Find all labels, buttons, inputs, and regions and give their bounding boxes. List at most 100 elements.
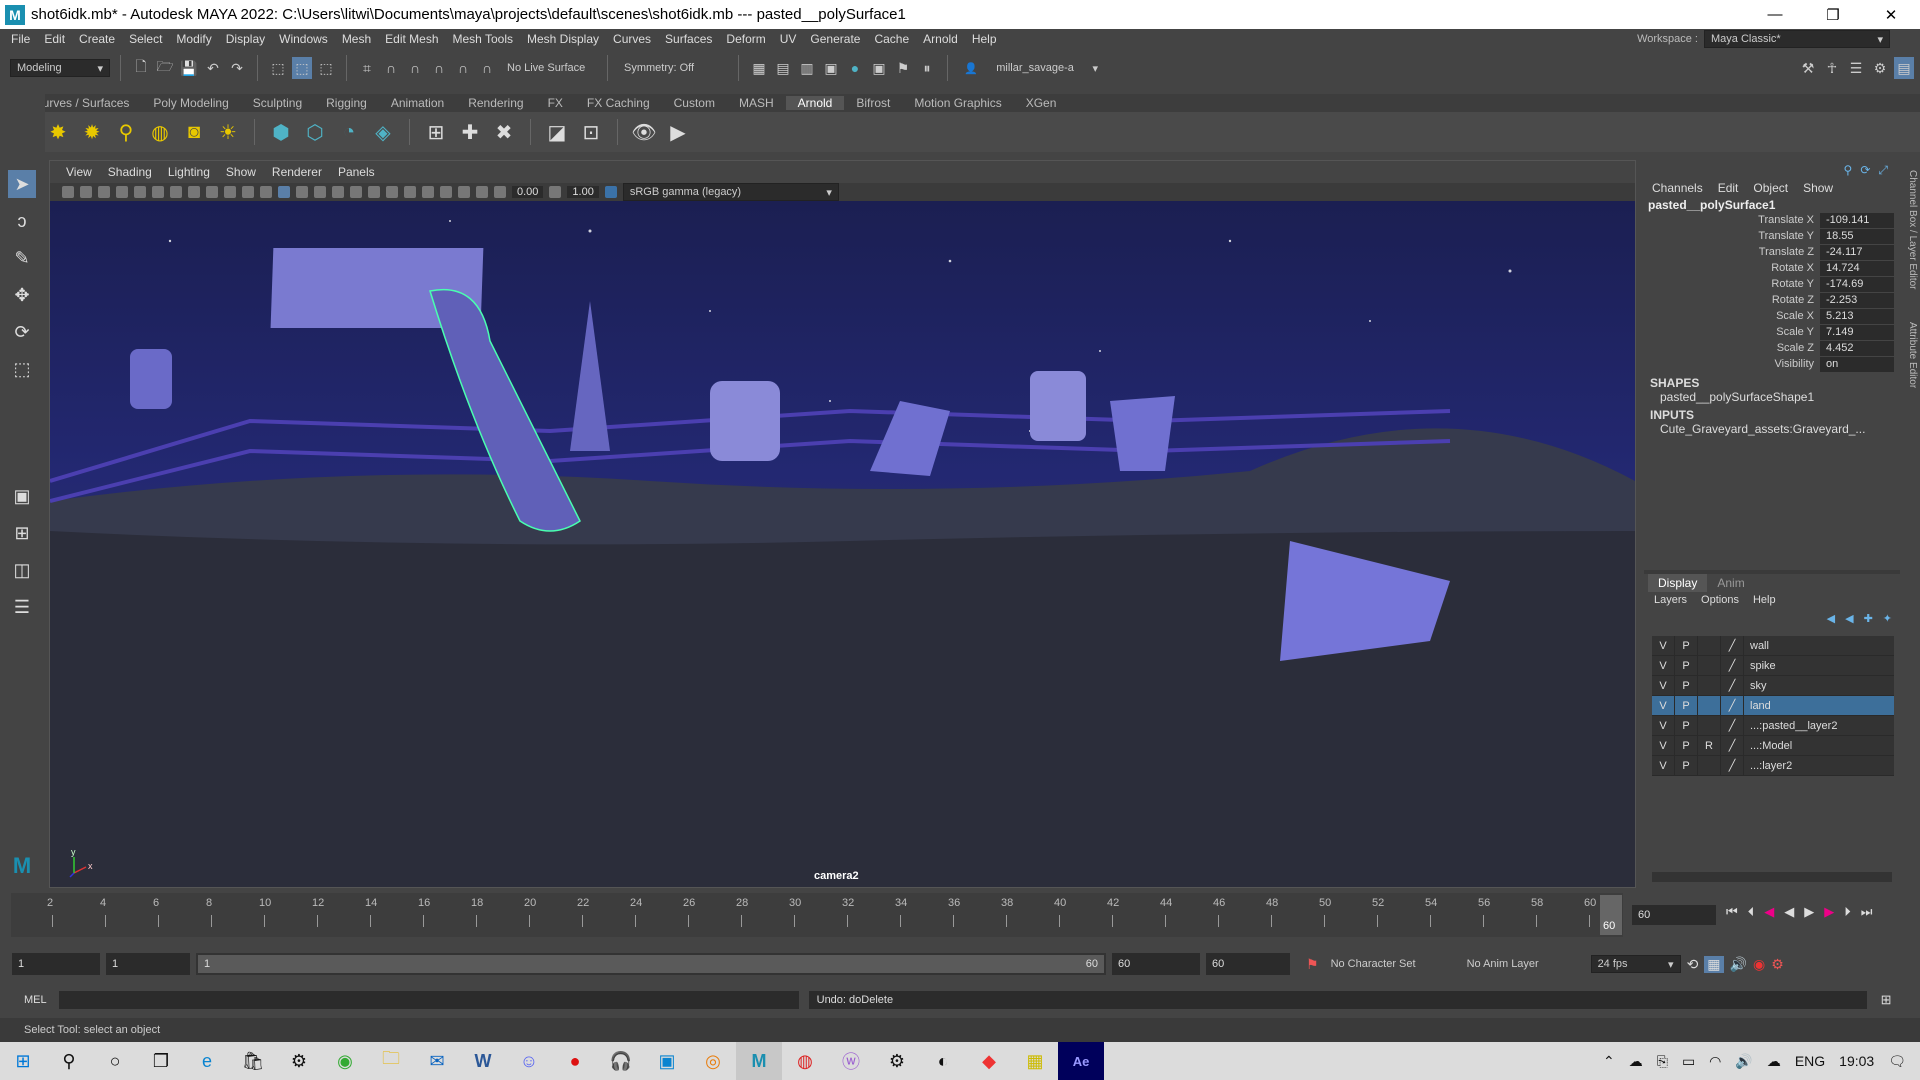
light-portal-icon[interactable]: ◙: [180, 118, 208, 146]
attr-value[interactable]: 5.213: [1820, 308, 1894, 324]
playback-toggle[interactable]: P: [1675, 716, 1698, 735]
shelf-tab-xgen[interactable]: XGen: [1014, 96, 1069, 110]
menu-surfaces[interactable]: Surfaces: [658, 32, 719, 46]
visibility-toggle[interactable]: V: [1652, 636, 1675, 655]
chrome-icon[interactable]: ◉: [322, 1042, 368, 1080]
substance-icon[interactable]: ◍: [782, 1042, 828, 1080]
layer-menu-options[interactable]: Options: [1701, 594, 1739, 606]
pause-icon[interactable]: ⏸: [917, 57, 937, 79]
tab-anim[interactable]: Anim: [1707, 574, 1754, 592]
save-scene-icon[interactable]: 💾: [179, 57, 199, 79]
step-back-frame-icon[interactable]: ◀: [1764, 904, 1774, 920]
playback-toggle[interactable]: P: [1675, 656, 1698, 675]
playback-toggle[interactable]: P: [1675, 736, 1698, 755]
remove-texture-icon[interactable]: ✖: [490, 118, 518, 146]
anti-aliasing-icon[interactable]: [404, 186, 416, 198]
onedrive-icon[interactable]: ☁: [1629, 1053, 1643, 1070]
layer-color-swatch[interactable]: ╱: [1721, 736, 1744, 755]
channel-box-icon[interactable]: ▤: [1894, 57, 1914, 79]
safe-action-icon[interactable]: [224, 186, 236, 198]
select-tool-icon[interactable]: ➤: [8, 170, 36, 198]
layer-color-swatch[interactable]: ╱: [1721, 636, 1744, 655]
menu-cache[interactable]: Cache: [867, 32, 916, 46]
attr-value[interactable]: -24.117: [1820, 244, 1894, 260]
display-type-toggle[interactable]: [1698, 756, 1721, 775]
display-type-toggle[interactable]: R: [1698, 736, 1721, 755]
visibility-toggle[interactable]: V: [1652, 736, 1675, 755]
maya-taskbar-icon[interactable]: M: [736, 1042, 782, 1080]
layer-color-swatch[interactable]: ╱: [1721, 656, 1744, 675]
layer-row-sky[interactable]: V P ╱ sky: [1652, 676, 1894, 696]
new-layer-icon[interactable]: ✚: [1864, 612, 1873, 625]
playback-end-field[interactable]: 60: [1112, 953, 1200, 975]
menu-file[interactable]: File: [4, 32, 37, 46]
channel-box-menu-edit[interactable]: Edit: [1718, 181, 1739, 195]
move-layer-down-icon[interactable]: ◀: [1845, 612, 1853, 625]
go-to-start-icon[interactable]: ⏮: [1726, 904, 1738, 920]
character-controls-icon[interactable]: ☥: [1822, 57, 1842, 79]
animation-start-field[interactable]: 1: [12, 953, 100, 975]
snap-grid-icon[interactable]: ⌗: [357, 57, 377, 79]
file-explorer-icon[interactable]: 🗀: [368, 1042, 414, 1080]
menu-curves[interactable]: Curves: [606, 32, 658, 46]
color-management-icon[interactable]: [604, 186, 617, 198]
go-to-end-icon[interactable]: ⏭: [1861, 904, 1873, 920]
menu-uv[interactable]: UV: [773, 32, 804, 46]
ipr-render-icon[interactable]: ▥: [797, 57, 817, 79]
field-chart-icon[interactable]: [206, 186, 218, 198]
viewport-menu-shading[interactable]: Shading: [100, 165, 160, 179]
channel-box-pin-icon[interactable]: ⚲: [1844, 163, 1853, 178]
playback-toggle[interactable]: P: [1675, 676, 1698, 695]
move-tool-icon[interactable]: ✥: [8, 281, 36, 309]
menu-mesh-tools[interactable]: Mesh Tools: [446, 32, 520, 46]
chat-icon[interactable]: ◐: [920, 1042, 966, 1080]
battery-icon[interactable]: ▭: [1682, 1053, 1695, 1070]
wireframe-on-shaded-icon[interactable]: [296, 186, 308, 198]
menu-mesh-display[interactable]: Mesh Display: [520, 32, 606, 46]
menu-mesh[interactable]: Mesh: [335, 32, 378, 46]
viewport-menu-view[interactable]: View: [58, 165, 100, 179]
render-view-eye-icon[interactable]: 👁: [630, 118, 658, 146]
layer-row-spike[interactable]: V P ╱ spike: [1652, 656, 1894, 676]
xray-components-icon[interactable]: [476, 186, 488, 198]
select-component-icon[interactable]: ⬚: [316, 57, 336, 79]
skydome-light-icon[interactable]: ◍: [146, 118, 174, 146]
search-icon[interactable]: ⚲: [46, 1042, 92, 1080]
lasso-tool-icon[interactable]: ↄ: [8, 207, 36, 235]
volume-icon[interactable]: 🔊: [1735, 1053, 1752, 1070]
open-scene-icon[interactable]: 🗁: [155, 57, 175, 79]
snap-live-icon[interactable]: ∩: [477, 57, 497, 79]
w-app-icon[interactable]: ⓦ: [828, 1042, 874, 1080]
display-type-toggle[interactable]: [1698, 716, 1721, 735]
menu-edit[interactable]: Edit: [37, 32, 72, 46]
layer-menu-help[interactable]: Help: [1753, 594, 1776, 606]
curve-collector-icon[interactable]: ◔: [335, 118, 363, 146]
attr-value[interactable]: -109.141: [1820, 212, 1894, 228]
render-play-icon[interactable]: ▶: [664, 118, 692, 146]
select-hierarchy-icon[interactable]: ⬚: [268, 57, 288, 79]
loop-icon[interactable]: ⟲: [1687, 956, 1699, 973]
cache-playback-icon[interactable]: ▦: [1704, 955, 1724, 973]
keyframe-record-icon[interactable]: ◉: [1753, 956, 1765, 973]
viewport-menu-show[interactable]: Show: [218, 165, 264, 179]
snap-view-icon[interactable]: ∩: [429, 57, 449, 79]
settings-icon[interactable]: ⚙: [276, 1042, 322, 1080]
camera-attributes-icon[interactable]: [80, 186, 92, 198]
resolution-gate-icon[interactable]: [170, 186, 182, 198]
user-account-dropdown[interactable]: 👤 millar_savage-a ▾: [958, 59, 1104, 77]
restore-button[interactable]: ❐: [1804, 0, 1862, 29]
photometric-light-icon[interactable]: ⚲: [112, 118, 140, 146]
edge-icon[interactable]: e: [184, 1042, 230, 1080]
channel-box-expand-icon[interactable]: ⤢: [1878, 163, 1888, 178]
gamma-field[interactable]: 1.00: [567, 186, 599, 198]
display-type-toggle[interactable]: [1698, 676, 1721, 695]
snap-surface-icon[interactable]: ∩: [453, 57, 473, 79]
fps-dropdown[interactable]: 24 fps ▾: [1590, 955, 1681, 973]
step-forward-key-icon[interactable]: ⏵: [1844, 904, 1851, 920]
viewport-menu-renderer[interactable]: Renderer: [264, 165, 330, 179]
headphones-icon[interactable]: 🎧: [598, 1042, 644, 1080]
current-time-marker[interactable]: 60: [1600, 895, 1622, 935]
tray-chevron-up-icon[interactable]: ⌃: [1603, 1053, 1615, 1070]
attr-name[interactable]: Scale Z: [1644, 342, 1820, 354]
attr-name[interactable]: Rotate X: [1644, 262, 1820, 274]
